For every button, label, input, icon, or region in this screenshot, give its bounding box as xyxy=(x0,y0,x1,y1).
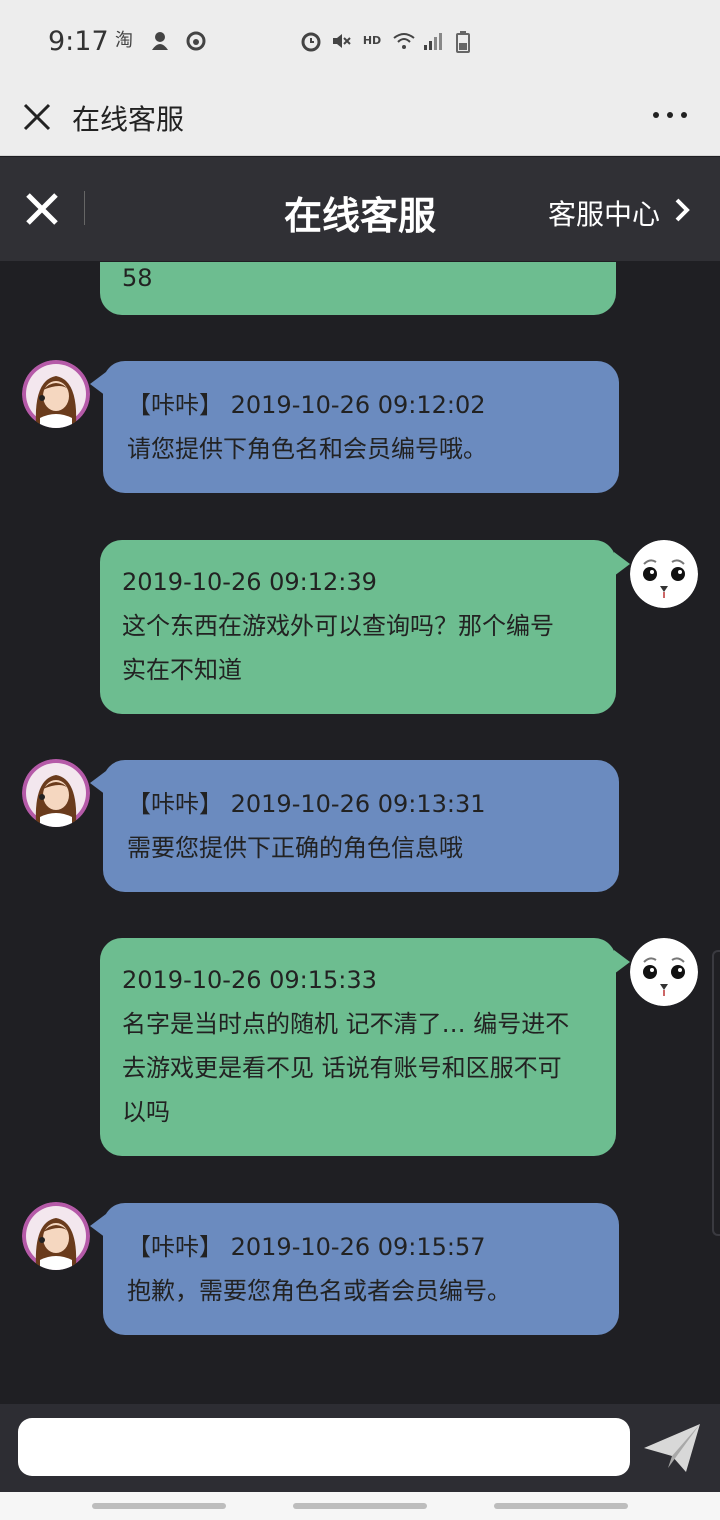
service-center-link[interactable]: 客服中心 xyxy=(548,193,660,233)
message-input[interactable] xyxy=(18,1418,630,1476)
nav-recent-handle[interactable] xyxy=(92,1503,226,1509)
hd-icon: HD xyxy=(362,34,382,47)
agent-message-bubble: 【咔咔】 2019-10-26 09:13:31 需要您提供下正确的角色信息哦 xyxy=(103,760,619,892)
message-text: 58 xyxy=(122,264,153,292)
user-avatar[interactable] xyxy=(630,938,698,1006)
webview-title: 在线客服 xyxy=(72,103,185,136)
webview-title-bar: 在线客服 xyxy=(0,86,720,156)
message-timestamp: 2019-10-26 09:12:39 xyxy=(122,568,377,596)
nav-back-handle[interactable] xyxy=(494,1503,628,1509)
message-text: 请您提供下角色名和会员编号哦。 xyxy=(127,435,487,463)
battery-icon xyxy=(452,30,474,53)
status-time: 9:17 xyxy=(48,26,109,57)
nav-home-handle[interactable] xyxy=(293,1503,427,1509)
status-bar: 9:17 淘 HD xyxy=(0,0,720,86)
message-input-bar xyxy=(0,1404,720,1492)
system-navigation-bar xyxy=(0,1492,720,1520)
signal-icon xyxy=(422,30,444,52)
chevron-right-icon[interactable] xyxy=(672,195,692,225)
agent-message-bubble: 【咔咔】 2019-10-26 09:15:57 抱歉，需要您角色名或者会员编号… xyxy=(103,1203,619,1335)
message-timestamp: 【咔咔】 2019-10-26 09:13:31 xyxy=(127,790,486,818)
bubble-tail xyxy=(614,552,630,576)
message-text-line: 去游戏更是看不见 话说有账号和区服不可 xyxy=(122,1054,562,1082)
agent-avatar[interactable] xyxy=(22,759,90,827)
user-message-bubble: 58 xyxy=(100,262,616,315)
status-left-icons: 淘 xyxy=(113,30,207,52)
agent-message-bubble: 【咔咔】 2019-10-26 09:12:02 请您提供下角色名和会员编号哦。 xyxy=(103,361,619,493)
message-text-line: 名字是当时点的随机 记不清了… 编号进不 xyxy=(122,1010,570,1038)
chat-header: 在线客服 客服中心 xyxy=(0,157,720,261)
user-avatar[interactable] xyxy=(630,540,698,608)
netease-icon xyxy=(185,30,207,52)
message-text: 需要您提供下正确的角色信息哦 xyxy=(127,834,463,862)
agent-avatar[interactable] xyxy=(22,1202,90,1270)
alarm-icon xyxy=(300,30,322,52)
message-text-line: 这个东西在游戏外可以查询吗？那个编号 xyxy=(122,612,554,640)
scrollbar[interactable] xyxy=(712,950,720,1236)
send-icon[interactable] xyxy=(642,1420,702,1476)
agent-avatar[interactable] xyxy=(22,360,90,428)
message-text: 抱歉，需要您角色名或者会员编号。 xyxy=(127,1277,511,1305)
notification-icon xyxy=(149,30,171,52)
close-icon[interactable] xyxy=(20,100,54,134)
message-timestamp: 2019-10-26 09:15:33 xyxy=(122,966,377,994)
message-timestamp: 【咔咔】 2019-10-26 09:15:57 xyxy=(127,1233,486,1261)
message-text-line: 以吗 xyxy=(122,1098,170,1126)
wifi-icon xyxy=(392,30,415,52)
message-timestamp: 【咔咔】 2019-10-26 09:12:02 xyxy=(127,391,486,419)
mute-icon xyxy=(330,30,352,52)
more-options-icon[interactable] xyxy=(650,100,690,130)
message-text-line: 实在不知道 xyxy=(122,656,242,684)
chat-area[interactable]: 58 【咔咔】 2019-10-26 09:12:02 请您提供下角色名和会员编… xyxy=(0,262,720,1404)
user-message-bubble: 2019-10-26 09:15:33 名字是当时点的随机 记不清了… 编号进不… xyxy=(100,938,616,1156)
status-right-icons: HD xyxy=(300,30,474,53)
user-message-bubble: 2019-10-26 09:12:39 这个东西在游戏外可以查询吗？那个编号 实… xyxy=(100,540,616,714)
taobao-icon: 淘 xyxy=(115,30,133,51)
bubble-tail xyxy=(614,950,630,974)
